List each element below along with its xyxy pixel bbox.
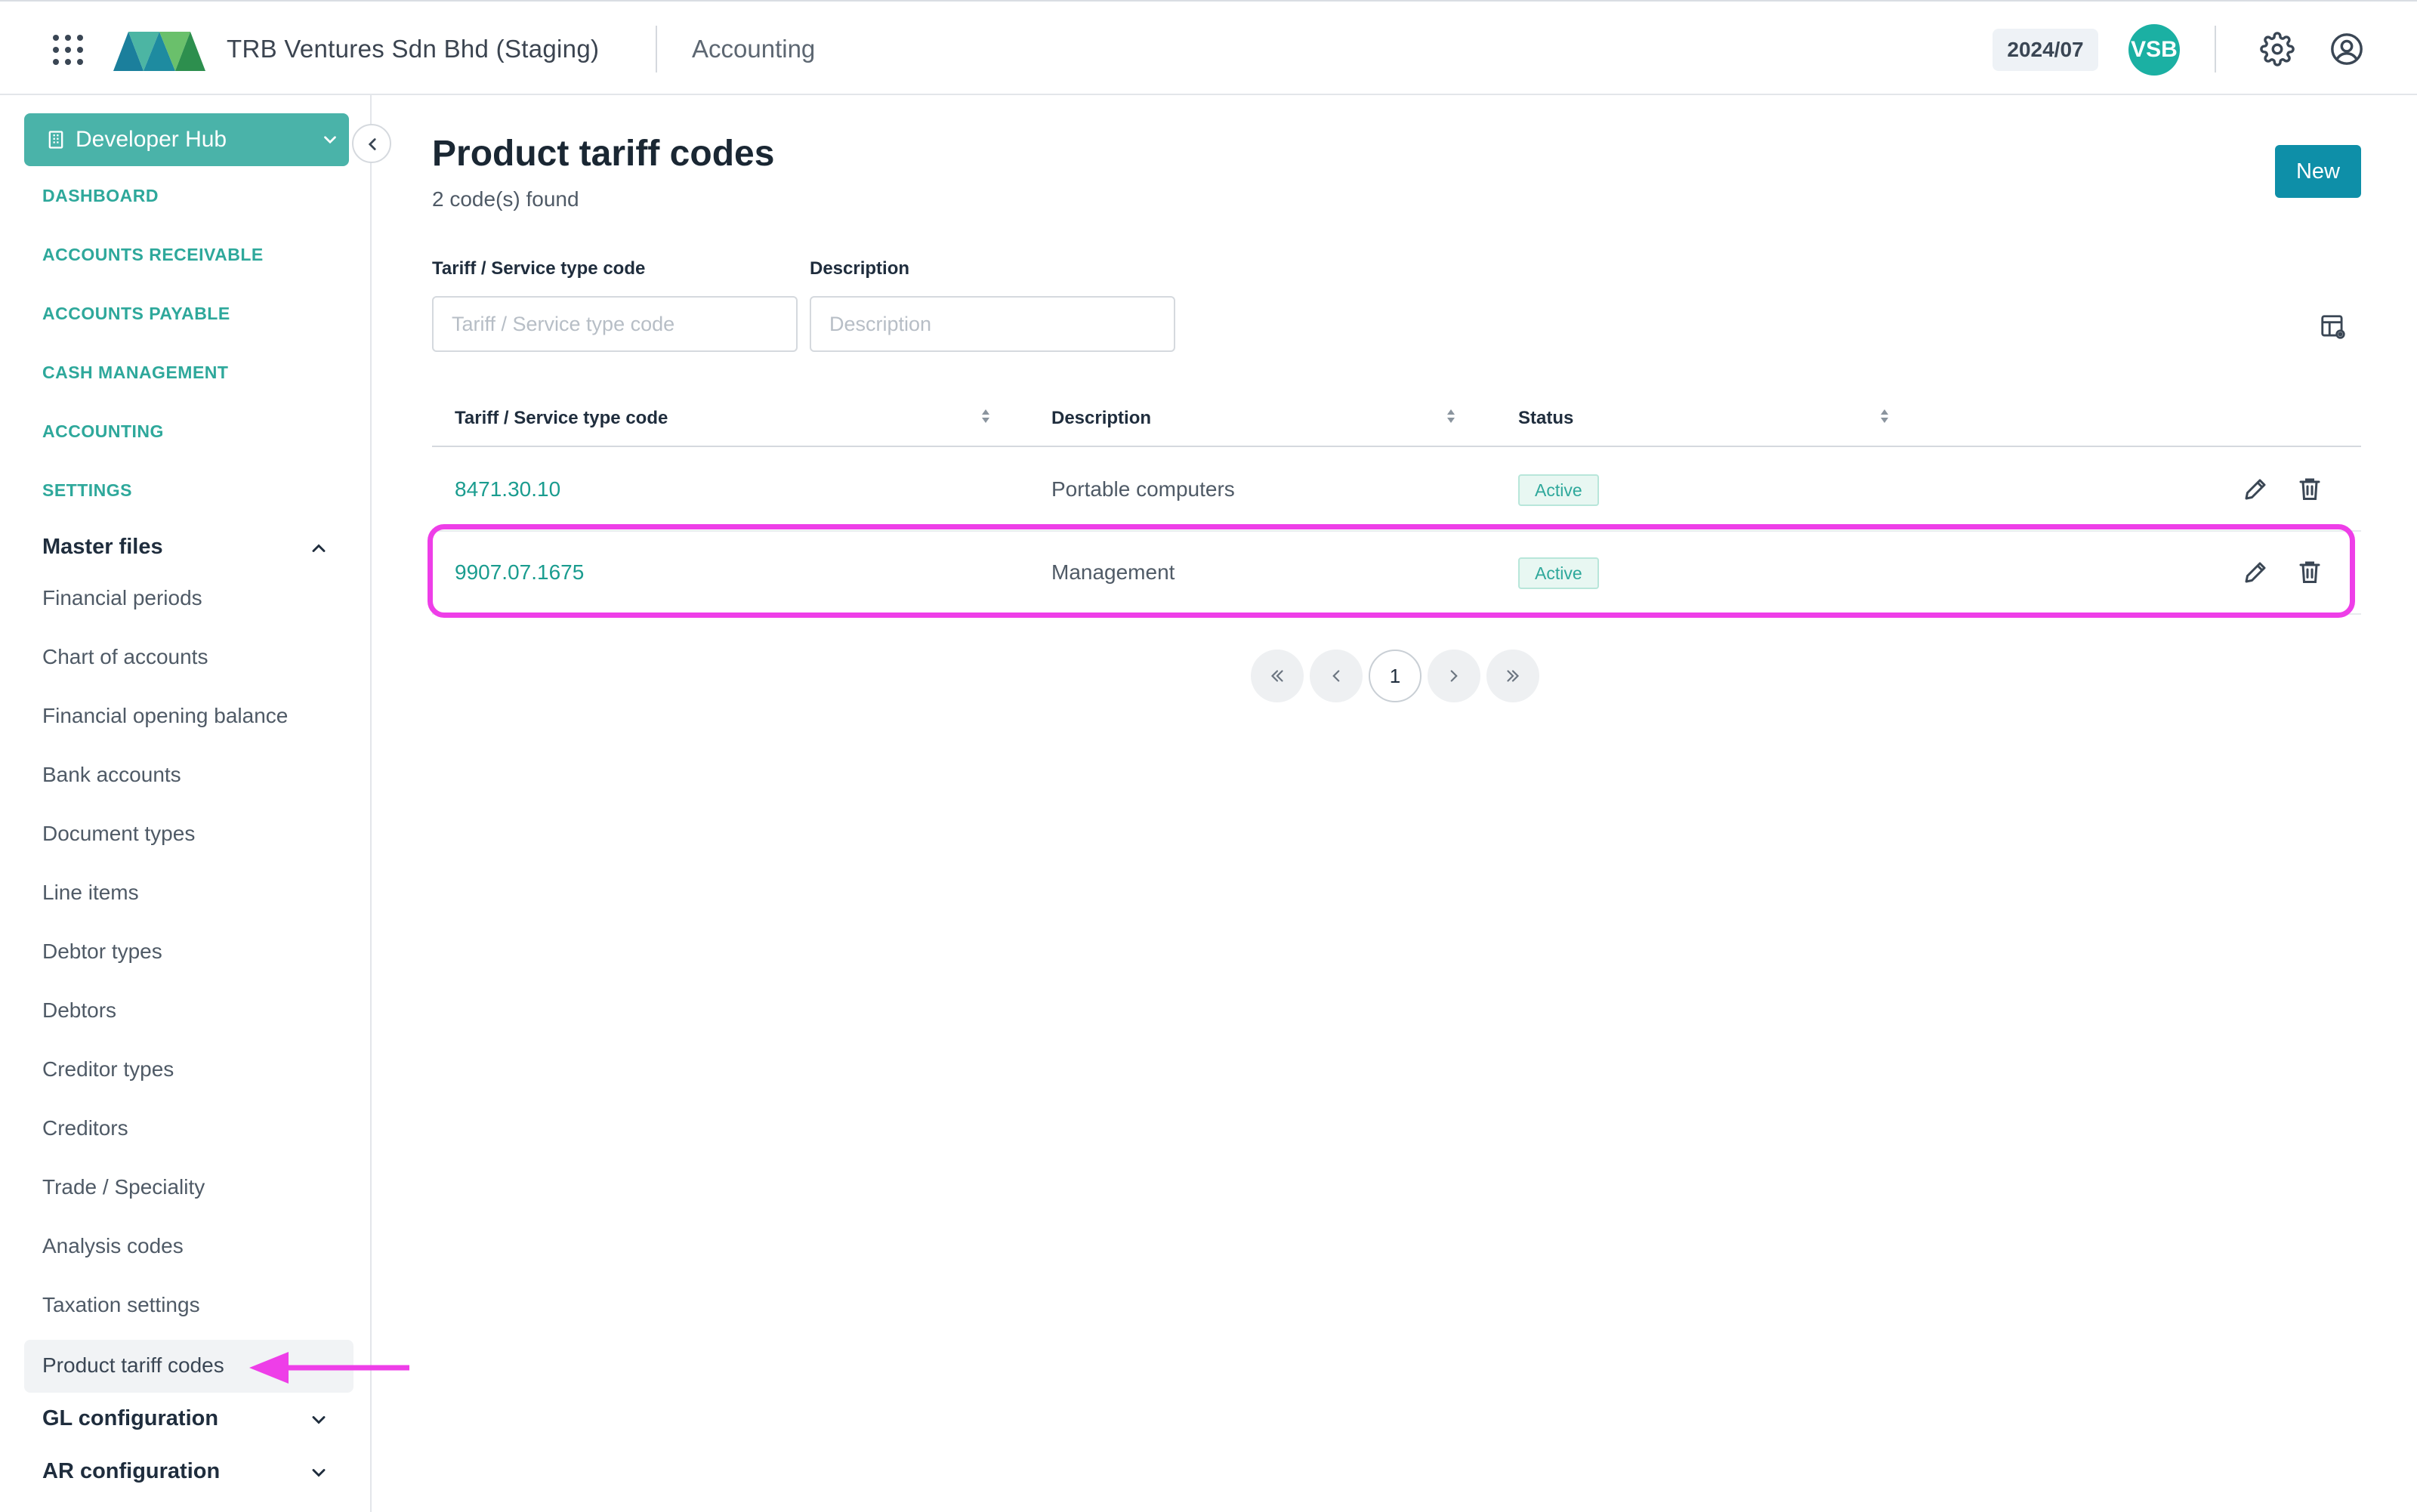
- sort-icon[interactable]: [1446, 408, 1456, 424]
- edit-pencil-icon[interactable]: [2242, 559, 2269, 586]
- module-name: Accounting: [692, 35, 816, 63]
- pagination: 1: [1251, 650, 1539, 702]
- chevron-left-icon: [368, 138, 376, 150]
- sidebar-item-debtors[interactable]: Debtors: [42, 998, 116, 1023]
- delete-trash-icon[interactable]: [2296, 557, 2323, 586]
- header-divider: [656, 26, 657, 73]
- nav-accounts-receivable[interactable]: ACCOUNTS RECEIVABLE: [42, 245, 264, 265]
- sidebar-item-chart-of-accounts[interactable]: Chart of accounts: [42, 645, 208, 669]
- table-header: Tariff / Service type code Description S…: [432, 400, 2361, 447]
- last-page-button[interactable]: [1486, 650, 1539, 702]
- chevron-down-icon: [312, 1416, 326, 1424]
- current-page-button[interactable]: 1: [1369, 650, 1421, 702]
- new-button[interactable]: New: [2275, 145, 2361, 198]
- description-filter-input[interactable]: [810, 296, 1175, 352]
- gl-configuration-label: GL configuration: [42, 1406, 219, 1430]
- master-files-label: Master files: [42, 535, 163, 559]
- ar-configuration-group[interactable]: AR configuration: [42, 1459, 329, 1484]
- settings-gear-icon[interactable]: [2260, 32, 2295, 66]
- period-badge[interactable]: 2024/07: [1993, 29, 2098, 71]
- developer-hub-label: Developer Hub: [76, 127, 227, 152]
- sidebar-item-debtor-types[interactable]: Debtor types: [42, 940, 162, 964]
- nav-dashboard[interactable]: DASHBOARD: [42, 186, 159, 206]
- result-count: 2 code(s) found: [432, 187, 579, 211]
- table-row: 8471.30.10 Portable computers Active: [432, 449, 2361, 532]
- nav-accounts-payable[interactable]: ACCOUNTS PAYABLE: [42, 304, 230, 324]
- table-row: 9907.07.1675 Management Active: [432, 532, 2361, 615]
- pointer-arrow-icon: [249, 1352, 409, 1384]
- sidebar-collapse-button[interactable]: [352, 124, 391, 163]
- next-page-button[interactable]: [1428, 650, 1480, 702]
- sidebar-item-bank-accounts[interactable]: Bank accounts: [42, 763, 181, 787]
- top-bar: TRB Ventures Sdn Bhd (Staging) Accountin…: [0, 0, 2417, 95]
- column-header-code[interactable]: Tariff / Service type code: [455, 408, 668, 429]
- nav-cash-management[interactable]: CASH MANAGEMENT: [42, 363, 228, 383]
- edit-pencil-icon[interactable]: [2242, 476, 2269, 503]
- chevron-up-icon: [312, 544, 326, 552]
- developer-hub-dropdown[interactable]: Developer Hub: [24, 113, 349, 166]
- first-page-button[interactable]: [1251, 650, 1304, 702]
- company-name: TRB Ventures Sdn Bhd (Staging): [227, 35, 600, 63]
- last-page-icon: [1507, 670, 1520, 682]
- sidebar-item-line-items[interactable]: Line items: [42, 881, 139, 905]
- next-page-icon: [1450, 670, 1458, 682]
- sidebar-item-document-types[interactable]: Document types: [42, 822, 195, 846]
- sidebar-item-label: Product tariff codes: [42, 1353, 224, 1377]
- avatar[interactable]: VSB: [2128, 24, 2180, 76]
- code-filter-label: Tariff / Service type code: [432, 258, 646, 279]
- sidebar: Developer Hub DASHBOARD ACCOUNTS RECEIVA…: [0, 95, 372, 1512]
- sidebar-item-taxation-settings[interactable]: Taxation settings: [42, 1293, 200, 1317]
- tariff-code-link[interactable]: 9907.07.1675: [455, 560, 584, 585]
- chevron-down-icon: [312, 1469, 326, 1477]
- status-badge: Active: [1518, 557, 1599, 589]
- sidebar-item-analysis-codes[interactable]: Analysis codes: [42, 1234, 184, 1258]
- master-files-group[interactable]: Master files: [42, 535, 329, 560]
- sidebar-item-financial-opening-balance[interactable]: Financial opening balance: [42, 704, 288, 728]
- delete-trash-icon[interactable]: [2296, 474, 2323, 503]
- chevron-down-icon: [324, 136, 336, 144]
- column-header-status[interactable]: Status: [1518, 408, 1573, 429]
- status-badge: Active: [1518, 474, 1599, 506]
- sort-icon[interactable]: [980, 408, 991, 424]
- first-page-icon: [1270, 670, 1283, 682]
- table-settings-icon[interactable]: [2319, 313, 2348, 341]
- nav-settings[interactable]: SETTINGS: [42, 480, 132, 501]
- company-logo[interactable]: [113, 27, 205, 71]
- page-title: Product tariff codes: [432, 134, 775, 174]
- apps-grid-icon[interactable]: [53, 35, 83, 65]
- sidebar-item-financial-periods[interactable]: Financial periods: [42, 586, 202, 610]
- sidebar-item-creditors[interactable]: Creditors: [42, 1116, 128, 1140]
- description-filter-label: Description: [810, 258, 910, 279]
- sidebar-item-trade-speciality[interactable]: Trade / Speciality: [42, 1175, 205, 1199]
- row-description: Management: [1051, 560, 1175, 584]
- prev-page-icon: [1332, 670, 1340, 682]
- user-circle-icon[interactable]: [2329, 32, 2364, 66]
- prev-page-button[interactable]: [1310, 650, 1363, 702]
- nav-accounting[interactable]: ACCOUNTING: [42, 421, 164, 442]
- row-description: Portable computers: [1051, 477, 1235, 501]
- tariff-code-link[interactable]: 8471.30.10: [455, 477, 560, 501]
- ar-configuration-label: AR configuration: [42, 1459, 221, 1483]
- code-filter-input[interactable]: [432, 296, 798, 352]
- column-header-description[interactable]: Description: [1051, 408, 1151, 429]
- building-icon: [48, 131, 63, 149]
- sidebar-item-creditor-types[interactable]: Creditor types: [42, 1057, 174, 1082]
- gl-configuration-group[interactable]: GL configuration: [42, 1406, 329, 1431]
- sort-icon[interactable]: [1879, 408, 1890, 424]
- header-divider-2: [2215, 26, 2216, 73]
